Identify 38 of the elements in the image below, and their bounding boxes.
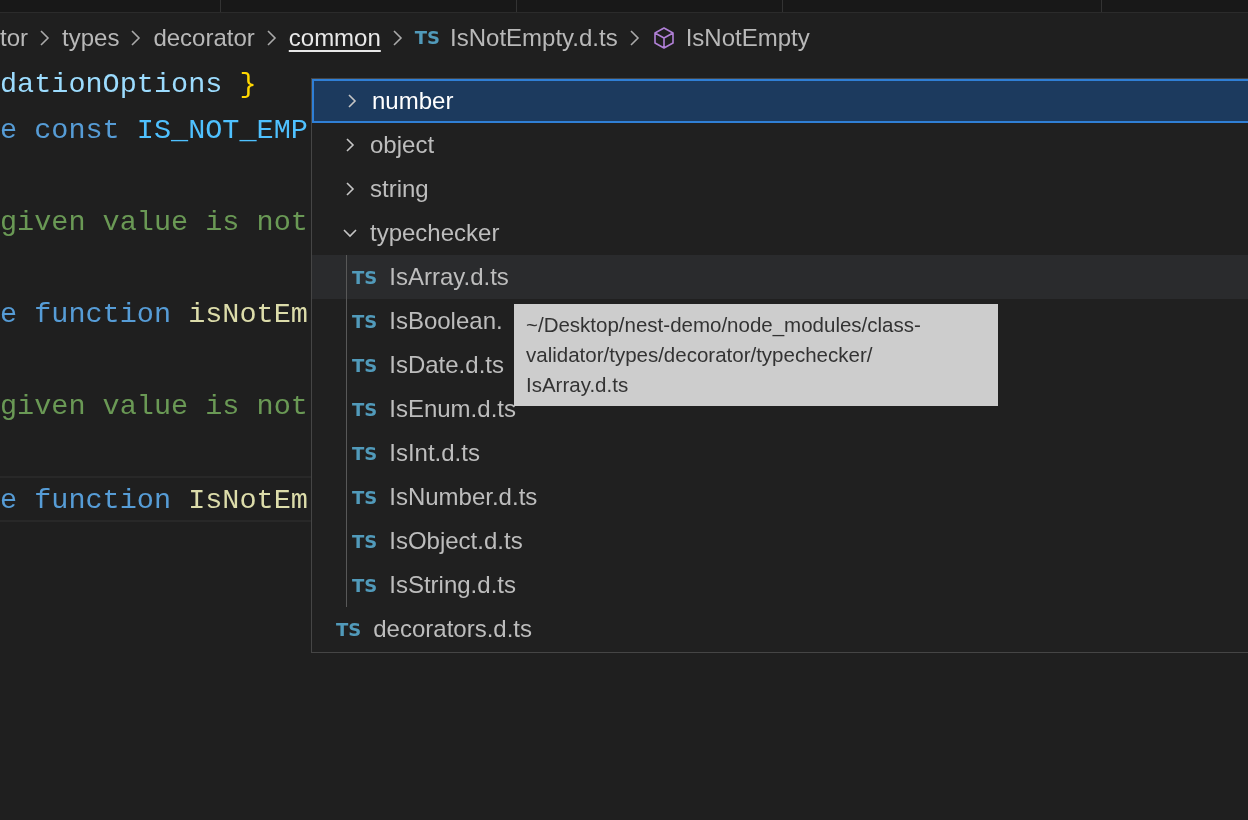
typescript-file-icon: TS bbox=[352, 266, 378, 288]
typescript-file-icon: TS bbox=[352, 354, 378, 376]
typescript-file-icon: TS bbox=[352, 398, 378, 420]
breadcrumb-item[interactable]: types bbox=[62, 23, 120, 52]
chevron-right-icon bbox=[390, 27, 405, 48]
chevron-right-icon bbox=[38, 27, 52, 48]
typescript-file-icon: TS bbox=[414, 27, 441, 48]
chevron-right-icon bbox=[627, 27, 642, 48]
code-line: given value is not bbox=[0, 206, 308, 239]
folder-item[interactable]: number bbox=[312, 79, 1248, 123]
path-tooltip: ~/Desktop/nest-demo/node_modules/class- validator/types/decorator/typechecker/ IsArray.d.ts bbox=[514, 304, 998, 406]
typescript-file-icon: TS bbox=[352, 530, 378, 552]
code-line: e const IS_NOT_EMP bbox=[0, 114, 308, 147]
typescript-file-icon: TS bbox=[352, 486, 378, 508]
folder-item[interactable]: object bbox=[312, 123, 1248, 167]
code-line: e function IsNotEm bbox=[0, 484, 308, 517]
code-line: given value is not bbox=[0, 390, 308, 423]
breadcrumb-item[interactable]: IsNotEmpty.d.ts bbox=[450, 23, 618, 52]
code-line: dationOptions } bbox=[0, 68, 257, 101]
cube-icon bbox=[651, 25, 676, 50]
file-item[interactable]: TS IsObject.d.ts bbox=[312, 519, 1248, 563]
breadcrumb-item[interactable]: common bbox=[288, 23, 381, 52]
file-item[interactable]: TS decorators.d.ts bbox=[312, 607, 1248, 651]
file-item[interactable]: TS IsNumber.d.ts bbox=[312, 475, 1248, 519]
typescript-file-icon: TS bbox=[352, 442, 378, 464]
code-line: e function isNotEm bbox=[0, 298, 308, 331]
breadcrumb-item[interactable]: decorator bbox=[153, 23, 255, 52]
folder-item[interactable]: typechecker bbox=[312, 211, 1248, 255]
file-item[interactable]: TS IsInt.d.ts bbox=[312, 431, 1248, 475]
breadcrumb-item[interactable]: IsNotEmpty bbox=[685, 23, 810, 52]
typescript-file-icon: TS bbox=[336, 618, 362, 640]
file-item[interactable]: TS IsString.d.ts bbox=[312, 563, 1248, 607]
typescript-file-icon: TS bbox=[352, 310, 378, 332]
chevron-right-icon bbox=[264, 27, 279, 48]
file-item[interactable]: TS IsArray.d.ts bbox=[312, 255, 1248, 299]
typescript-file-icon: TS bbox=[352, 574, 378, 596]
breadcrumb-item[interactable]: tor bbox=[0, 23, 28, 52]
folder-item[interactable]: string bbox=[312, 167, 1248, 211]
